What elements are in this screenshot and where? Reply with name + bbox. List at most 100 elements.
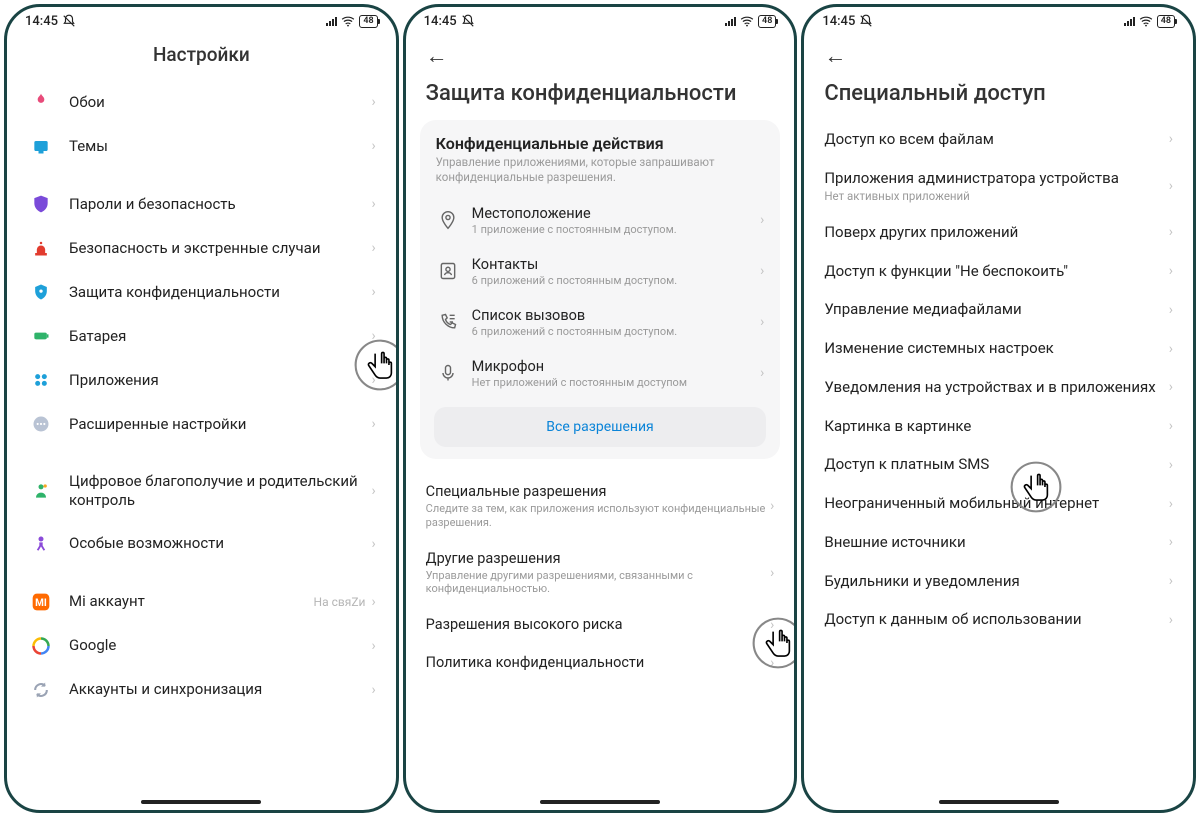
settings-row-access[interactable]: Особые возможности › [7,522,396,566]
row-label: Аккаунты и синхронизация [69,680,371,699]
row-label: Неограниченный мобильный интернет [824,494,1168,513]
special-access-row-10[interactable]: Внешние источники › [804,523,1193,562]
row-label: Будильники и уведомления [824,572,1168,591]
silent-icon [62,14,76,28]
google-icon [27,636,55,656]
chevron-right-icon: › [1169,178,1173,194]
permission-row-calllog[interactable]: Список вызовов 6 приложений с постоянным… [422,297,779,348]
settings-row-privacy[interactable]: Защита конфиденциальности › [7,270,396,314]
signal-icon [1124,17,1135,26]
status-time: 14:45 [822,14,855,29]
chevron-right-icon: › [770,498,774,514]
back-button[interactable]: ← [804,35,1193,73]
battery-icon [27,326,55,346]
settings-row-dots[interactable]: Расширенные настройки › [7,402,396,446]
chevron-right-icon: › [770,655,774,671]
permission-row-mic[interactable]: Микрофон Нет приложений с постоянным дос… [422,348,779,399]
row-label: Доступ к функции "Не беспокоить" [824,262,1168,281]
special-access-row-6[interactable]: Уведомления на устройствах и в приложени… [804,368,1193,407]
settings-row-sync[interactable]: Аккаунты и синхронизация › [7,668,396,712]
special-access-row-12[interactable]: Доступ к данным об использовании › [804,600,1193,639]
permission-row-location[interactable]: Местоположение 1 приложение с постоянным… [422,195,779,246]
special-access-row-8[interactable]: Доступ к платным SMS › [804,445,1193,484]
settings-row-shield[interactable]: Пароли и безопасность › [7,182,396,226]
card-desc: Управление приложениями, которые запраши… [422,155,779,195]
special-access-row-7[interactable]: Картинка в картинке › [804,407,1193,446]
chevron-right-icon: › [1169,263,1173,279]
home-indicator [540,800,660,804]
row-label: Расширенные настройки [69,415,371,434]
settings-row-themes[interactable]: Темы › [7,124,396,168]
chevron-right-icon: › [1169,131,1173,147]
row-label: Уведомления на устройствах и в приложени… [824,378,1168,397]
chevron-right-icon: › [371,240,375,256]
chevron-right-icon: › [760,212,764,228]
row-label: Приложения [69,371,371,390]
dots-icon [27,414,55,434]
signal-icon [326,17,337,26]
row-sub: Нет приложений с постоянным доступом [472,376,760,389]
section-row-1[interactable]: Другие разрешения Управление другими раз… [406,540,795,607]
home-indicator [939,800,1059,804]
privacy-icon [27,282,55,302]
chevron-right-icon: › [760,314,764,330]
row-label: Батарея [69,327,371,346]
settings-row-wallpaper[interactable]: Обои › [7,80,396,124]
chevron-right-icon: › [371,94,375,110]
chevron-right-icon: › [1169,302,1173,318]
permission-row-contacts[interactable]: Контакты 6 приложений с постоянным досту… [422,246,779,297]
row-label: Доступ к данным об использовании [824,610,1168,629]
settings-row-apps[interactable]: Приложения › [7,358,396,402]
row-sub: 6 приложений с постоянным доступом. [472,325,760,338]
row-label: Защита конфиденциальности [69,283,371,302]
apps-icon [27,370,55,390]
row-label: Политика конфиденциальности [426,654,770,672]
settings-row-wellbeing[interactable]: Цифровое благополучие и родительский кон… [7,460,396,522]
special-access-row-5[interactable]: Изменение системных настроек › [804,329,1193,368]
special-access-row-3[interactable]: Доступ к функции "Не беспокоить" › [804,252,1193,291]
row-sub: Управление другими разрешениями, связанн… [426,569,770,597]
chevron-right-icon: › [1169,612,1173,628]
phone-privacy: 14:45 48 ← Защита конфиденциальности Кон… [403,4,798,813]
calllog-icon [436,312,460,332]
card-title: Конфиденциальные действия [422,134,779,155]
section-row-2[interactable]: Разрешения высокого риска › [406,606,795,644]
row-sub: 6 приложений с постоянным доступом. [472,274,760,287]
row-sub: 1 приложение с постоянным доступом. [472,223,760,236]
settings-row-mi[interactable]: MI Mi аккаунт На свяZи › [7,580,396,624]
settings-row-google[interactable]: Google › [7,624,396,668]
back-button[interactable]: ← [406,35,795,73]
battery-icon: 48 [758,15,776,28]
special-access-row-11[interactable]: Будильники и уведомления › [804,562,1193,601]
chevron-right-icon: › [371,196,375,212]
section-row-0[interactable]: Специальные разрешения Следите за тем, к… [406,473,795,540]
special-access-row-0[interactable]: Доступ ко всем файлам › [804,120,1193,159]
access-icon [27,534,55,554]
row-label: Приложения администратора устройства [824,169,1168,188]
page-title: Защита конфиденциальности [406,73,795,120]
chevron-right-icon: › [770,565,774,581]
contacts-icon [436,261,460,281]
row-label: Google [69,636,371,655]
special-access-row-9[interactable]: Неограниченный мобильный интернет › [804,484,1193,523]
settings-row-battery[interactable]: Батарея › [7,314,396,358]
special-access-row-1[interactable]: Приложения администратора устройства Нет… [804,159,1193,213]
row-label: Местоположение [472,205,760,222]
row-label: Темы [69,137,371,156]
chevron-right-icon: › [1169,534,1173,550]
settings-row-siren[interactable]: Безопасность и экстренные случаи › [7,226,396,270]
row-sub: Нет активных приложений [824,189,1168,203]
section-row-3[interactable]: Политика конфиденциальности › [406,644,795,682]
chevron-right-icon: › [371,483,375,499]
special-access-row-2[interactable]: Поверх других приложений › [804,213,1193,252]
location-icon [436,210,460,230]
special-access-row-4[interactable]: Управление медиафайлами › [804,290,1193,329]
row-label: Обои [69,93,371,112]
siren-icon [27,238,55,258]
row-label: Особые возможности [69,534,371,553]
all-permissions-button[interactable]: Все разрешения [434,407,767,447]
row-label: Картинка в картинке [824,417,1168,436]
themes-icon [27,136,55,156]
svg-text:MI: MI [35,598,47,609]
chevron-right-icon: › [1169,573,1173,589]
